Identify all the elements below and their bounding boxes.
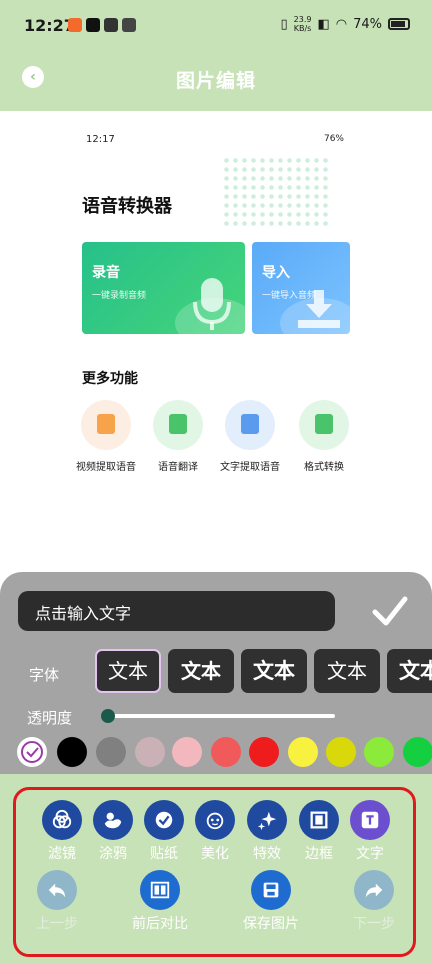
text-t-icon	[241, 414, 259, 434]
feature-voice-translate: 语音翻译	[142, 400, 214, 473]
import-card-title: 导入	[262, 265, 290, 281]
color-swatch[interactable]	[211, 737, 241, 767]
color-swatch[interactable]	[403, 737, 432, 767]
text-input[interactable]: 点击输入文字	[18, 591, 335, 631]
microphone-icon	[193, 278, 231, 330]
text-edit-panel: 点击输入文字 字体 文本 文本 文本 文本 文本 透明度	[0, 572, 432, 774]
tool-filter[interactable]: 滤镜	[39, 800, 85, 863]
redo-icon	[354, 870, 394, 910]
tool-beautify[interactable]: 美化	[192, 800, 238, 863]
status-bar: 12:27 ▯ 23.9 KB/s ◧ ◠ 74%	[0, 0, 432, 52]
record-card: 录音 一键录制音频	[82, 242, 245, 334]
vibrate-icon: ▯	[280, 16, 288, 32]
color-swatch[interactable]	[364, 737, 394, 767]
page-title: 图片编辑	[175, 70, 256, 92]
sticker-icon	[144, 800, 184, 840]
image-preview: 12:17 76% 语音转换器 录音 一键录制音频 导入 一键导入音频 更多功能…	[70, 126, 362, 566]
feature-video-extract: 视频提取语音	[70, 400, 142, 473]
status-right: ▯ 23.9 KB/s ◧ ◠ 74%	[280, 15, 410, 33]
wifi-icon: ◠	[335, 16, 348, 32]
battery-percent: 74%	[353, 16, 382, 32]
preview-status-time: 12:17	[86, 134, 115, 145]
color-palette	[17, 737, 432, 771]
feature-text-to-voice: 文字提取语音	[214, 400, 286, 473]
document-icon	[315, 414, 333, 434]
opacity-slider-handle[interactable]	[101, 709, 115, 723]
top-bar: 12:27 ▯ 23.9 KB/s ◧ ◠ 74% ‹ 图片编辑	[0, 0, 432, 111]
more-features-title: 更多功能	[82, 371, 138, 387]
check-circle-icon	[21, 741, 43, 763]
mute-icon: ◧	[317, 16, 330, 32]
video-icon	[97, 414, 115, 434]
feature-format-convert: 格式转换	[288, 400, 360, 473]
save-icon	[251, 870, 291, 910]
save-image-button[interactable]: 保存图片	[231, 870, 311, 933]
frame-icon	[299, 800, 339, 840]
tool-sticker[interactable]: 贴纸	[141, 800, 187, 863]
tiktok-icon	[86, 18, 100, 32]
filter-icon	[42, 800, 82, 840]
import-card: 导入 一键导入音频	[252, 242, 350, 334]
record-card-title: 录音	[92, 265, 120, 281]
tool-effects[interactable]: 特效	[244, 800, 290, 863]
dot-pattern-decoration	[222, 156, 332, 226]
color-swatch-none[interactable]	[17, 737, 47, 767]
font-option-4[interactable]: 文本	[314, 649, 380, 693]
text-icon	[350, 800, 390, 840]
color-swatch[interactable]	[172, 737, 202, 767]
undo-icon	[37, 870, 77, 910]
opacity-label: 透明度	[27, 709, 73, 727]
sparkle-icon	[247, 800, 287, 840]
font-option-2[interactable]: 文本	[168, 649, 234, 693]
font-option-5[interactable]: 文本	[387, 649, 432, 693]
preview-app-title: 语音转换器	[82, 196, 172, 217]
notification-app-icon	[68, 18, 82, 32]
font-option-1[interactable]: 文本	[95, 649, 161, 693]
color-swatch[interactable]	[96, 737, 126, 767]
preview-status-battery: 76%	[323, 134, 344, 144]
bottom-toolbar: 滤镜 涂鸦 贴纸 美化 特效 边框 文字 上一步 前后对比 保存图片 下一步	[0, 774, 432, 964]
mail-icon	[104, 18, 118, 32]
opacity-slider-track[interactable]	[108, 714, 335, 718]
duck-icon	[93, 800, 133, 840]
font-option-3[interactable]: 文本	[241, 649, 307, 693]
color-swatch[interactable]	[57, 737, 87, 767]
tool-doodle[interactable]: 涂鸦	[90, 800, 136, 863]
wallet-icon	[122, 18, 136, 32]
color-swatch[interactable]	[288, 737, 318, 767]
download-icon	[298, 290, 340, 328]
color-swatch[interactable]	[135, 737, 165, 767]
beautify-icon	[195, 800, 235, 840]
confirm-check-icon[interactable]	[371, 592, 409, 630]
waveform-icon	[169, 414, 187, 434]
color-swatch[interactable]	[326, 737, 356, 767]
redo-button[interactable]: 下一步	[334, 870, 414, 933]
compare-icon	[140, 870, 180, 910]
color-swatch[interactable]	[249, 737, 279, 767]
undo-button[interactable]: 上一步	[17, 870, 97, 933]
network-speed: 23.9 KB/s	[293, 15, 312, 33]
compare-button[interactable]: 前后对比	[120, 870, 200, 933]
tool-text[interactable]: 文字	[347, 800, 393, 863]
font-selector: 文本 文本 文本 文本 文本	[95, 649, 432, 695]
tool-frame[interactable]: 边框	[296, 800, 342, 863]
battery-icon	[388, 18, 410, 30]
record-card-subtitle: 一键录制音频	[92, 291, 147, 301]
font-label: 字体	[29, 666, 60, 684]
